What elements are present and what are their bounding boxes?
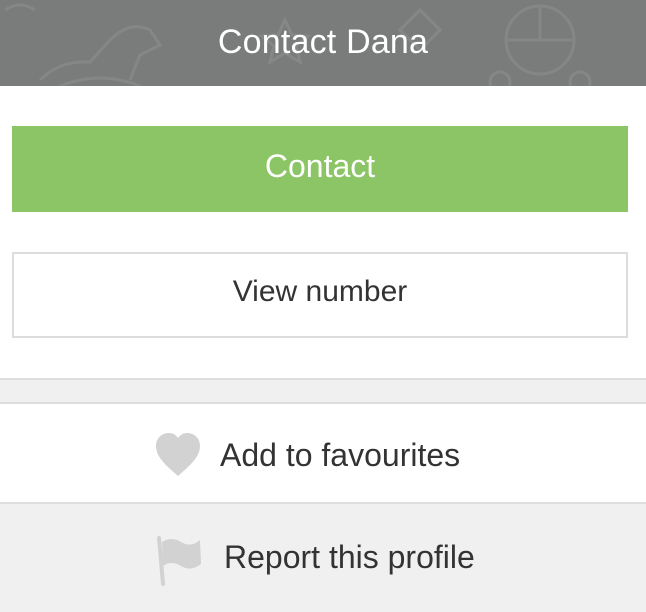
contact-panel: Contact Dana Contact View number Add to … — [0, 0, 646, 612]
contact-button[interactable]: Contact — [12, 126, 628, 212]
view-number-button[interactable]: View number — [12, 252, 628, 338]
header-bar: Contact Dana — [0, 0, 646, 86]
report-profile-button[interactable]: Report this profile — [0, 504, 646, 612]
flag-icon — [157, 536, 201, 586]
heart-icon — [156, 433, 200, 476]
add-to-favourites-button[interactable]: Add to favourites — [0, 404, 646, 504]
section-divider — [0, 378, 646, 404]
report-label: Report this profile — [224, 539, 475, 575]
page-title: Contact Dana — [217, 23, 429, 61]
favourites-label: Add to favourites — [220, 437, 461, 473]
